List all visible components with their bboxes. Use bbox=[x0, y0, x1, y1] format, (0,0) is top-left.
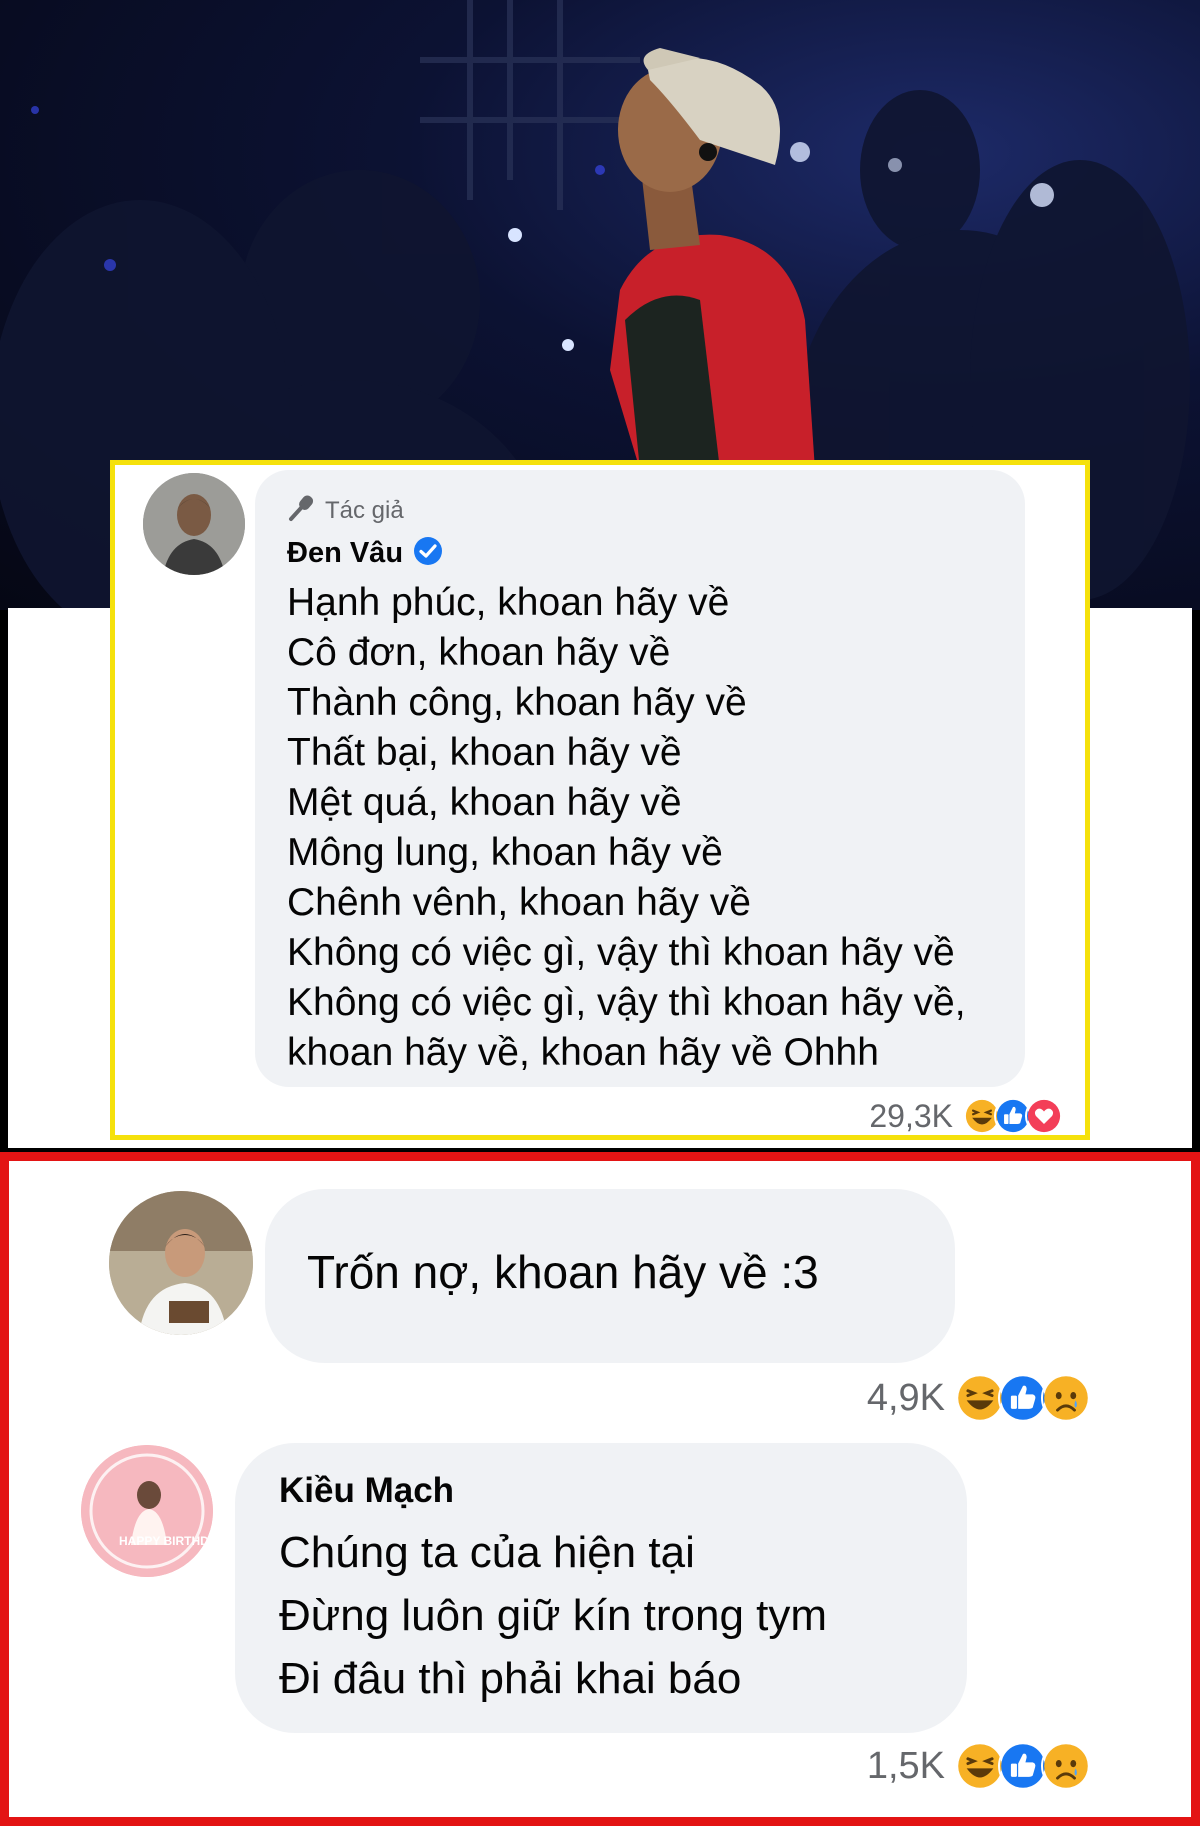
comment-line: Không có việc gì, vậy thì khoan hãy về bbox=[287, 931, 955, 974]
reply-text: Trốn nợ, khoan hãy về :3 bbox=[307, 1246, 819, 1298]
author-comment: Tác giả Đen Vâu Hạnh phúc, khoan hãy về … bbox=[110, 460, 1090, 1140]
author-name[interactable]: Đen Vâu bbox=[287, 537, 403, 570]
author-badge: Tác giả bbox=[287, 492, 404, 529]
love-icon bbox=[1025, 1097, 1063, 1135]
author-comment-bubble[interactable]: Tác giả Đen Vâu Hạnh phúc, khoan hãy về … bbox=[255, 470, 1025, 1087]
comment-line: Mông lung, khoan hãy về bbox=[287, 831, 723, 874]
reply-avatar[interactable]: HAPPY BIRTHDAY bbox=[81, 1445, 213, 1577]
comment-line: Cô đơn, khoan hãy về bbox=[287, 631, 671, 674]
author-comment-text: Hạnh phúc, khoan hãy về Cô đơn, khoan hã… bbox=[287, 578, 966, 1078]
reaction-count: 29,3K bbox=[869, 1097, 953, 1134]
reply-line: Chúng ta của hiện tại bbox=[279, 1528, 695, 1577]
avatar-text: HAPPY BIRTHDAY bbox=[119, 1534, 213, 1548]
sad-icon bbox=[1041, 1373, 1091, 1423]
comment-line: Thất bại, khoan hãy về bbox=[287, 731, 682, 774]
reaction-summary[interactable]: 1,5K bbox=[867, 1741, 1091, 1791]
reply-line: Đừng luôn giữ kín trong tym bbox=[279, 1591, 828, 1640]
reply-text: Chúng ta của hiện tại Đừng luôn giữ kín … bbox=[279, 1521, 827, 1710]
replies-section: Trốn nợ, khoan hãy về :3 4,9K HAPPY BIRT… bbox=[0, 1152, 1200, 1826]
reaction-count: 1,5K bbox=[866, 1744, 945, 1787]
comment-line: Chênh vênh, khoan hãy về bbox=[287, 881, 752, 924]
author-name-row: Đen Vâu bbox=[287, 536, 443, 571]
reaction-icons bbox=[955, 1373, 1091, 1423]
comment-line: Hạnh phúc, khoan hãy về bbox=[287, 581, 730, 624]
reaction-count: 4,9K bbox=[866, 1376, 945, 1419]
verified-badge-icon bbox=[413, 536, 443, 571]
comment-line: Mệt quá, khoan hãy về bbox=[287, 781, 682, 824]
sad-icon bbox=[1041, 1741, 1091, 1791]
reaction-icons bbox=[955, 1741, 1091, 1791]
comment-line: Không có việc gì, vậy thì khoan hãy về, bbox=[287, 981, 966, 1024]
comment-line: khoan hãy về, khoan hãy về Ohhh bbox=[287, 1031, 879, 1074]
reply-avatar[interactable] bbox=[109, 1191, 253, 1335]
reaction-summary[interactable]: 29,3K bbox=[869, 1097, 1063, 1135]
author-badge-label: Tác giả bbox=[325, 496, 404, 524]
reaction-icons bbox=[963, 1097, 1063, 1135]
comment-line: Thành công, khoan hãy về bbox=[287, 681, 747, 724]
reply-bubble[interactable]: Kiều Mạch Chúng ta của hiện tại Đừng luô… bbox=[235, 1443, 967, 1733]
reply-author-name[interactable]: Kiều Mạch bbox=[279, 1471, 454, 1511]
author-avatar[interactable] bbox=[143, 473, 245, 575]
reaction-summary[interactable]: 4,9K bbox=[867, 1373, 1091, 1423]
microphone-icon bbox=[287, 492, 317, 529]
reply-bubble[interactable]: Trốn nợ, khoan hãy về :3 bbox=[265, 1189, 955, 1363]
reply-line: Đi đâu thì phải khai báo bbox=[279, 1654, 742, 1703]
